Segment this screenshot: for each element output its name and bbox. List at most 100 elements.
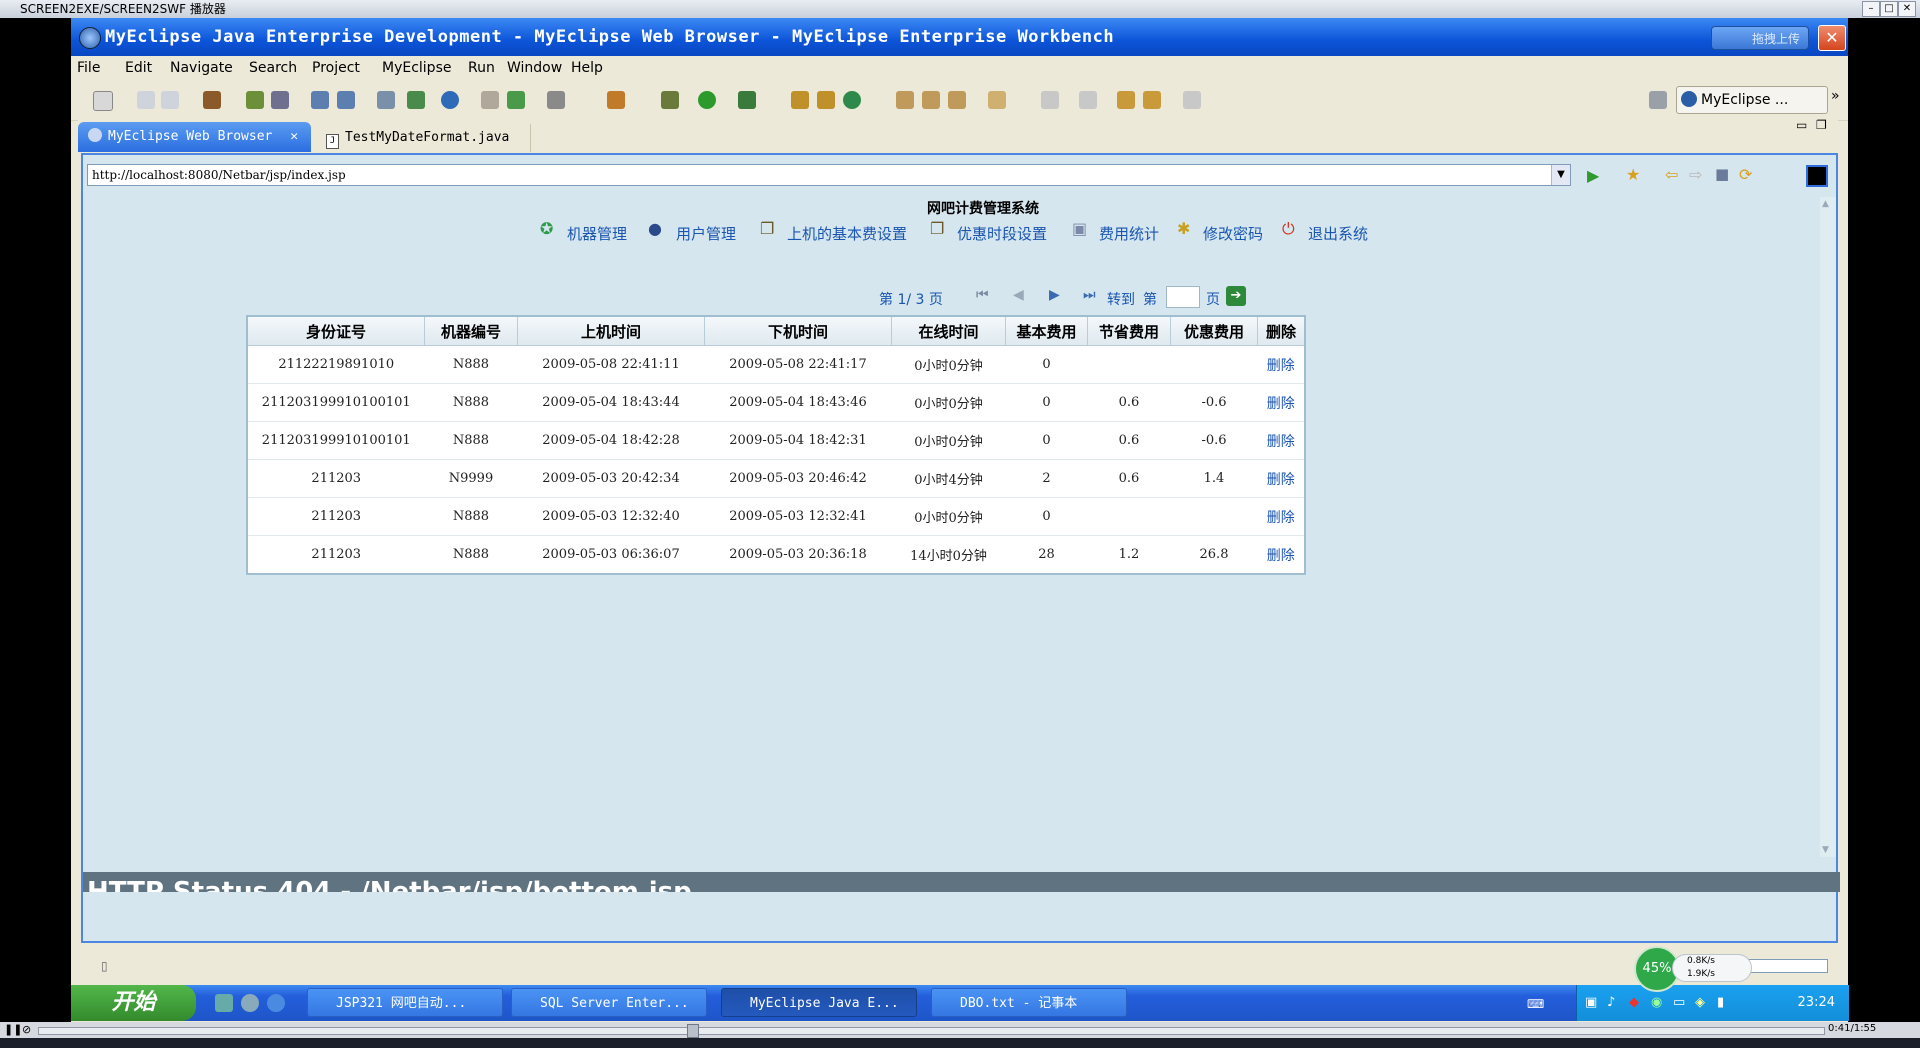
menu-navigate[interactable]: Navigate <box>170 60 233 76</box>
delete-link[interactable]: 删除 <box>1257 497 1305 536</box>
next-annotation-icon[interactable] <box>1041 91 1059 109</box>
forward-icon[interactable] <box>1183 91 1201 109</box>
tab-java-file[interactable]: J TestMyDateFormat.java <box>318 124 531 152</box>
nav-user-management[interactable]: 用户管理 <box>676 223 736 244</box>
keyboard-icon[interactable]: ⌨ <box>1527 997 1544 1011</box>
task-notepad[interactable]: DBO.txt - 记事本 <box>931 988 1127 1017</box>
close-icon[interactable]: ✕ <box>1898 1 1916 17</box>
tab-web-browser[interactable]: MyEclipse Web Browser ✕ <box>78 122 311 152</box>
quicklaunch-desktop-icon[interactable] <box>215 994 233 1012</box>
back-icon[interactable] <box>1143 91 1161 109</box>
menu-run[interactable]: Run <box>468 60 495 76</box>
favorites-icon[interactable]: ★ <box>1626 165 1640 184</box>
new-icon[interactable] <box>93 91 113 111</box>
delete-link[interactable]: 删除 <box>1257 421 1305 460</box>
goto-button[interactable]: ➔ <box>1226 286 1246 306</box>
folder-icon[interactable] <box>988 91 1006 109</box>
seek-bar[interactable] <box>38 1024 1825 1038</box>
quicklaunch-settings-icon[interactable] <box>241 994 259 1012</box>
stop-playback-icon[interactable]: ⊘ <box>22 1023 31 1036</box>
scroll-up-icon[interactable]: ▲ <box>1822 199 1829 209</box>
menu-myeclipse[interactable]: MyEclipse <box>382 60 451 76</box>
undeploy-icon[interactable] <box>337 91 355 109</box>
open-type-icon[interactable] <box>377 91 395 109</box>
tray-network-icon[interactable]: ▣ <box>1585 995 1597 1010</box>
perspective-switcher[interactable]: MyEclipse ... <box>1676 86 1828 114</box>
menu-search[interactable]: Search <box>249 60 297 76</box>
view-menu-icon[interactable] <box>1806 165 1828 187</box>
task-myeclipse[interactable]: MyEclipse Java E... <box>721 988 917 1017</box>
print-icon[interactable] <box>481 91 499 109</box>
tray-volume-icon[interactable]: ♪ <box>1607 995 1615 1010</box>
open-folder-icon[interactable] <box>896 91 914 109</box>
tray-security-icon[interactable]: ◆ <box>1629 995 1639 1010</box>
prev-page-icon[interactable]: ◀ <box>1013 287 1024 303</box>
next-page-icon[interactable]: ▶ <box>1049 287 1060 303</box>
globe-icon[interactable] <box>441 91 459 109</box>
tray-display-icon[interactable]: ▭ <box>1673 995 1685 1010</box>
window-close-button[interactable]: ✕ <box>1818 25 1846 51</box>
build-icon[interactable] <box>817 91 835 109</box>
deploy-icon[interactable] <box>311 91 329 109</box>
goto-page-input[interactable] <box>1166 286 1200 308</box>
delete-link[interactable]: 删除 <box>1257 535 1305 575</box>
maximize-icon[interactable]: □ <box>1880 1 1898 17</box>
delete-link[interactable]: 删除 <box>1257 459 1305 498</box>
url-dropdown-icon[interactable]: ▼ <box>1551 165 1570 185</box>
nav-machine-management[interactable]: 机器管理 <box>567 223 627 244</box>
browser-refresh-icon[interactable]: ⟳ <box>1739 165 1752 184</box>
cloud-upload-button[interactable]: 拖拽上传 <box>1711 26 1809 50</box>
maximize-view-icon[interactable]: ❐ <box>1816 118 1827 132</box>
menu-help[interactable]: Help <box>571 60 603 76</box>
go-icon[interactable]: ▶ <box>1587 166 1599 185</box>
tab-close-icon[interactable]: ✕ <box>290 129 298 144</box>
link-icon[interactable] <box>948 91 966 109</box>
server-icon[interactable] <box>271 91 289 109</box>
package-icon[interactable] <box>203 91 221 109</box>
task-sql-server[interactable]: SQL Server Enter... <box>511 988 707 1017</box>
url-input[interactable]: http://localhost:8080/Netbar/jsp/index.j… <box>87 164 1571 186</box>
run-config-icon[interactable] <box>407 91 425 109</box>
menu-window[interactable]: Window <box>507 60 562 76</box>
minimize-icon[interactable]: – <box>1862 1 1880 17</box>
vertical-scrollbar[interactable]: ▲ ▼ <box>1820 197 1836 857</box>
last-page-icon[interactable]: ⏭ <box>1083 287 1096 303</box>
seek-thumb[interactable] <box>687 1024 699 1038</box>
nav-base-fee-settings[interactable]: 上机的基本费设置 <box>787 223 907 244</box>
nav-discount-period-settings[interactable]: 优惠时段设置 <box>957 223 1047 244</box>
start-button[interactable]: 开始 <box>71 985 196 1021</box>
tray-app-icon[interactable]: ◉ <box>1651 995 1662 1010</box>
tray-misc-icon[interactable]: ◈ <box>1695 995 1705 1010</box>
pause-icon[interactable]: ❚❚ <box>4 1023 22 1036</box>
nav-fee-statistics[interactable]: 费用统计 <box>1099 223 1159 244</box>
browser-forward-icon[interactable]: ⇨ <box>1689 165 1702 184</box>
new-folder-icon[interactable] <box>791 91 809 109</box>
first-page-icon[interactable]: ⏮ <box>976 287 989 303</box>
debug-run-icon[interactable] <box>661 91 679 109</box>
stop-icon[interactable]: ■ <box>1715 165 1729 183</box>
menu-project[interactable]: Project <box>312 60 360 76</box>
nav-change-password[interactable]: 修改密码 <box>1203 223 1263 244</box>
scroll-down-icon[interactable]: ▼ <box>1822 845 1829 855</box>
minimize-view-icon[interactable]: ▭ <box>1796 118 1807 132</box>
last-edit-icon[interactable] <box>1117 91 1135 109</box>
tray-usb-icon[interactable]: ▮ <box>1717 995 1724 1010</box>
save-icon[interactable] <box>137 91 155 109</box>
fast-view-icon[interactable]: ▯ <box>101 959 108 973</box>
prev-annotation-icon[interactable] <box>1079 91 1097 109</box>
browser-back-icon[interactable]: ⇦ <box>1665 165 1678 184</box>
menu-file[interactable]: File <box>77 60 100 76</box>
delete-link[interactable]: 删除 <box>1257 345 1305 384</box>
add-icon[interactable] <box>507 91 525 109</box>
nav-logout[interactable]: 退出系统 <box>1308 223 1368 244</box>
save-all-icon[interactable] <box>161 91 179 109</box>
task-jsp-folder[interactable]: JSP321 网吧自动... <box>307 988 503 1017</box>
chevron-right-icon[interactable]: » <box>1831 88 1840 104</box>
camera-icon[interactable] <box>547 91 565 109</box>
window-title-bar[interactable]: MyEclipse Java Enterprise Development - … <box>71 18 1848 56</box>
quicklaunch-ie-icon[interactable] <box>267 994 285 1012</box>
search-tool-icon[interactable] <box>922 91 940 109</box>
refresh-icon[interactable] <box>843 91 861 109</box>
network-speed-widget[interactable]: 45% 0.8K/s 1.9K/s <box>1634 946 1754 992</box>
menu-edit[interactable]: Edit <box>125 60 152 76</box>
